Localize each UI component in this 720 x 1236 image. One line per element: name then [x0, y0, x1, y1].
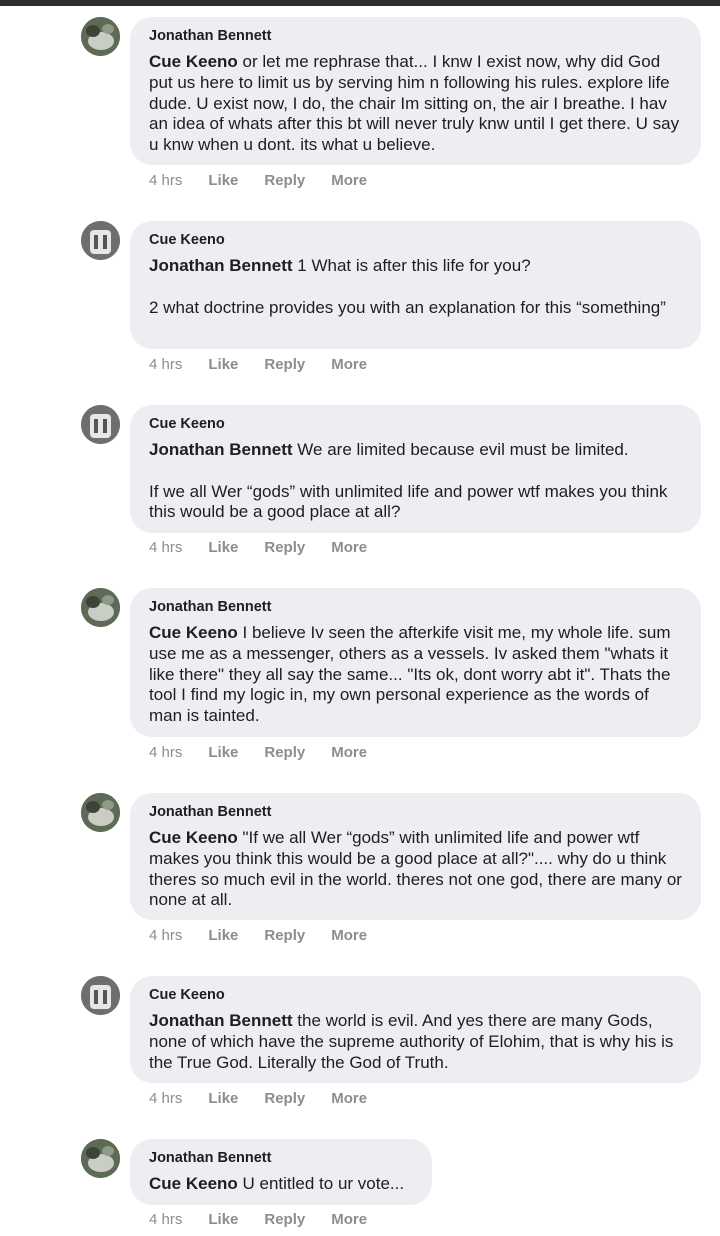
comment-author[interactable]: Jonathan Bennett: [149, 1149, 413, 1167]
mention-link[interactable]: Cue Keeno: [149, 828, 238, 847]
more-button[interactable]: More: [331, 1090, 367, 1107]
mention-link[interactable]: Cue Keeno: [149, 52, 238, 71]
like-button[interactable]: Like: [208, 927, 238, 944]
comment-actions: 4 hrs Like Reply More: [149, 1090, 393, 1107]
like-button[interactable]: Like: [208, 172, 238, 189]
comment-actions: 4 hrs Like Reply More: [149, 744, 393, 761]
comment-bubble: Jonathan Bennett Cue Keeno U entitled to…: [130, 1139, 432, 1205]
avatar-jonathan-bennett[interactable]: [81, 588, 120, 627]
timestamp[interactable]: 4 hrs: [149, 172, 182, 189]
more-button[interactable]: More: [331, 927, 367, 944]
like-button[interactable]: Like: [208, 539, 238, 556]
comment-actions: 4 hrs Like Reply More: [149, 539, 393, 556]
avatar-cue-keeno[interactable]: [81, 221, 120, 260]
mention-link[interactable]: Cue Keeno: [149, 1174, 238, 1193]
timestamp[interactable]: 4 hrs: [149, 1211, 182, 1228]
comment-bubble: Jonathan Bennett Cue Keeno or let me rep…: [130, 17, 701, 165]
comment-text: Jonathan Bennett 1 What is after this li…: [149, 256, 682, 318]
reply-button[interactable]: Reply: [264, 1211, 305, 1228]
mention-link[interactable]: Jonathan Bennett: [149, 440, 293, 459]
comment-bubble: Cue Keeno Jonathan Bennett We are limite…: [130, 405, 701, 533]
comment-text: Cue Keeno "If we all Wer “gods” with unl…: [149, 828, 682, 911]
more-button[interactable]: More: [331, 356, 367, 373]
avatar-cue-keeno[interactable]: [81, 405, 120, 444]
like-button[interactable]: Like: [208, 356, 238, 373]
comment-text: Jonathan Bennett We are limited because …: [149, 440, 682, 523]
comment-author[interactable]: Cue Keeno: [149, 986, 682, 1004]
reply-button[interactable]: Reply: [264, 744, 305, 761]
like-button[interactable]: Like: [208, 1211, 238, 1228]
avatar-jonathan-bennett[interactable]: [81, 1139, 120, 1178]
more-button[interactable]: More: [331, 539, 367, 556]
more-button[interactable]: More: [331, 744, 367, 761]
reply-button[interactable]: Reply: [264, 1090, 305, 1107]
timestamp[interactable]: 4 hrs: [149, 356, 182, 373]
comment-body: U entitled to ur vote...: [237, 1174, 405, 1193]
comment-author[interactable]: Jonathan Bennett: [149, 27, 682, 45]
comment-actions: 4 hrs Like Reply More: [149, 1211, 393, 1228]
like-button[interactable]: Like: [208, 744, 238, 761]
avatar-cue-keeno[interactable]: [81, 976, 120, 1015]
comment-actions: 4 hrs Like Reply More: [149, 927, 393, 944]
more-button[interactable]: More: [331, 1211, 367, 1228]
comment-text: Jonathan Bennett the world is evil. And …: [149, 1011, 682, 1073]
comment-bubble: Cue Keeno Jonathan Bennett 1 What is aft…: [130, 221, 701, 349]
comment-bubble: Cue Keeno Jonathan Bennett the world is …: [130, 976, 701, 1083]
mention-link[interactable]: Jonathan Bennett: [149, 1011, 293, 1030]
comment-bubble: Jonathan Bennett Cue Keeno "If we all We…: [130, 793, 701, 920]
comment-bubble: Jonathan Bennett Cue Keeno I believe Iv …: [130, 588, 701, 737]
timestamp[interactable]: 4 hrs: [149, 1090, 182, 1107]
avatar-jonathan-bennett[interactable]: [81, 793, 120, 832]
reply-button[interactable]: Reply: [264, 356, 305, 373]
top-bar: [0, 0, 720, 6]
comment-author[interactable]: Cue Keeno: [149, 231, 682, 249]
timestamp[interactable]: 4 hrs: [149, 927, 182, 944]
reply-button[interactable]: Reply: [264, 172, 305, 189]
comment-text: Cue Keeno I believe Iv seen the afterkif…: [149, 623, 682, 727]
reply-button[interactable]: Reply: [264, 539, 305, 556]
timestamp[interactable]: 4 hrs: [149, 744, 182, 761]
comment-author[interactable]: Cue Keeno: [149, 415, 682, 433]
comment-author[interactable]: Jonathan Bennett: [149, 803, 682, 821]
timestamp[interactable]: 4 hrs: [149, 539, 182, 556]
mention-link[interactable]: Cue Keeno: [149, 623, 238, 642]
comment-actions: 4 hrs Like Reply More: [149, 356, 393, 373]
comment-text: Cue Keeno or let me rephrase that... I k…: [149, 52, 682, 156]
avatar-jonathan-bennett[interactable]: [81, 17, 120, 56]
comment-author[interactable]: Jonathan Bennett: [149, 598, 682, 616]
reply-button[interactable]: Reply: [264, 927, 305, 944]
comment-text: Cue Keeno U entitled to ur vote...: [149, 1174, 413, 1195]
more-button[interactable]: More: [331, 172, 367, 189]
comment-actions: 4 hrs Like Reply More: [149, 172, 393, 189]
mention-link[interactable]: Jonathan Bennett: [149, 256, 293, 275]
like-button[interactable]: Like: [208, 1090, 238, 1107]
